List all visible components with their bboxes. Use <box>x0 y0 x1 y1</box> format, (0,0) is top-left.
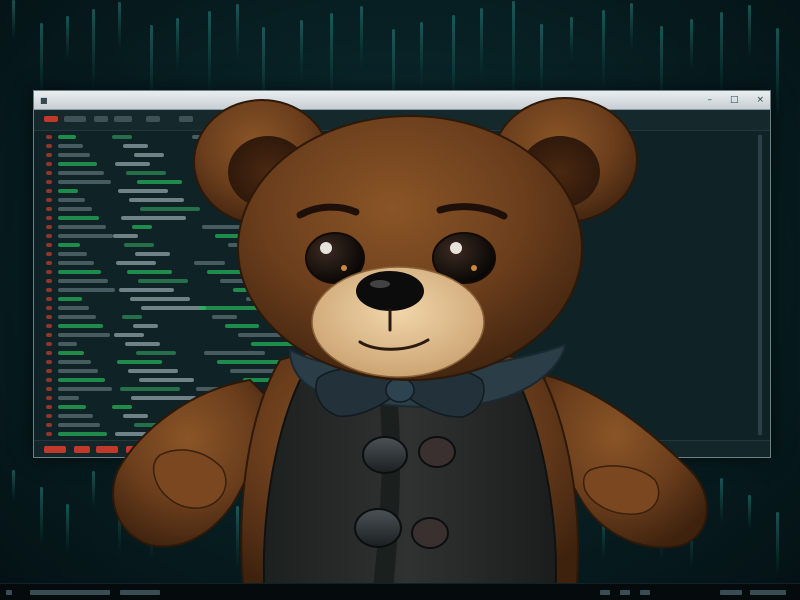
scene: ■ – □ × <box>0 0 800 600</box>
taskbar-item <box>720 590 742 595</box>
taskbar <box>0 583 800 600</box>
taskbar-item <box>120 590 160 595</box>
bear-nose <box>356 271 424 311</box>
taskbar-item <box>30 590 110 595</box>
teddy-bear-illustration <box>112 97 708 600</box>
taskbar-item <box>620 590 630 595</box>
taskbar-item <box>640 590 650 595</box>
taskbar-item <box>6 590 12 595</box>
taskbar-item <box>750 590 786 595</box>
bear-vest <box>262 373 557 600</box>
taskbar-item <box>600 590 610 595</box>
